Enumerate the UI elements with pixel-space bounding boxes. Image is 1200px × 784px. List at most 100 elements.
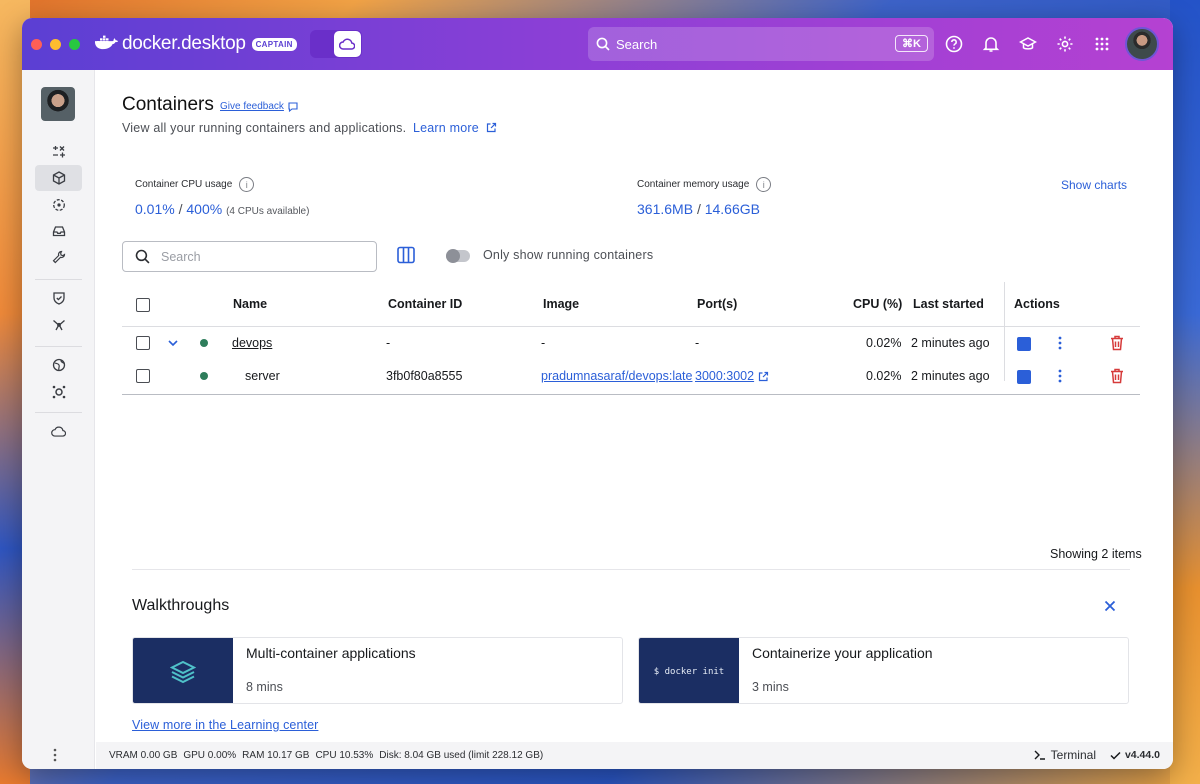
global-search-input[interactable]: Search ⌘K <box>588 27 934 61</box>
main-panel: Containers Give feedback View all your r… <box>96 70 1173 742</box>
containers-search-placeholder: Search <box>161 249 201 264</box>
external-link-icon[interactable] <box>758 371 769 382</box>
sidebar-avatar[interactable] <box>41 87 75 121</box>
cpu-total: 400% <box>186 201 223 217</box>
check-icon <box>1110 751 1121 760</box>
give-feedback-link[interactable]: Give feedback <box>220 101 298 112</box>
close-window-button[interactable] <box>31 38 42 50</box>
row-checkbox-server[interactable] <box>136 369 150 383</box>
kubernetes-icon <box>52 385 65 399</box>
memory-info-icon[interactable]: i <box>756 177 772 192</box>
cpu-info-icon[interactable]: i <box>239 177 255 192</box>
image-cell: - <box>541 336 546 350</box>
search-icon <box>596 37 610 51</box>
container-name-server[interactable]: server <box>245 369 280 383</box>
wrench-icon <box>52 250 65 264</box>
chevron-down-icon[interactable] <box>168 339 178 347</box>
status-bar: VRAM 0.00 GB GPU 0.00% RAM 10.17 GB CPU … <box>96 742 1173 769</box>
table-bottom-divider <box>122 394 1140 395</box>
user-avatar-button[interactable] <box>1125 27 1159 61</box>
page-title: Containers <box>122 94 214 115</box>
memory-used: 361.6MB <box>637 201 694 217</box>
notifications-button[interactable] <box>979 32 1003 56</box>
walkthrough-thumbnail: $ docker init <box>639 638 739 703</box>
walkthrough-card-multi-container[interactable]: Multi-container applications 8 mins <box>132 637 623 704</box>
sidebar-item-containers[interactable] <box>35 165 82 191</box>
account-mode-switch[interactable] <box>309 30 362 58</box>
more-actions-icon[interactable] <box>1058 369 1062 383</box>
walkthrough-duration: 8 mins <box>246 680 283 694</box>
container-id-cell: 3fb0f80a8555 <box>386 369 463 383</box>
sidebar-item-extensions[interactable] <box>35 352 82 378</box>
column-header-name[interactable]: Name <box>233 297 267 311</box>
sidebar-item-scout[interactable] <box>35 285 82 311</box>
dashboard-icon <box>52 146 65 158</box>
cpu-usage-label-text: Container CPU usage <box>135 179 233 190</box>
globe-icon <box>52 358 65 372</box>
settings-button[interactable] <box>1053 32 1077 56</box>
last-started-cell: 2 minutes ago <box>911 369 990 383</box>
running-only-label: Only show running containers <box>483 248 654 262</box>
sidebar-divider <box>35 279 82 280</box>
show-charts-button[interactable]: Show charts <box>1061 178 1127 192</box>
last-started-cell: 2 minutes ago <box>911 336 990 350</box>
select-all-checkbox[interactable] <box>136 298 150 312</box>
sidebar-item-images[interactable] <box>35 192 82 218</box>
version-status[interactable]: v4.44.0 <box>1110 749 1160 761</box>
status-running-dot <box>200 339 208 347</box>
port-link[interactable]: 3000:3002 <box>695 369 754 383</box>
image-link[interactable]: pradumnasaraf/devops:late <box>541 369 693 383</box>
containers-search-input[interactable]: Search <box>122 241 377 272</box>
container-name-devops[interactable]: devops <box>232 336 272 350</box>
sidebar-item-volumes[interactable] <box>35 218 82 244</box>
minimize-window-button[interactable] <box>50 38 61 50</box>
column-header-ports[interactable]: Port(s) <box>697 297 737 311</box>
docker-logo: docker.desktop CAPTAIN <box>94 33 297 55</box>
sidebar-item-kubernetes[interactable] <box>35 379 82 405</box>
column-header-container-id[interactable]: Container ID <box>388 297 462 311</box>
learn-more-link[interactable]: Learn more <box>413 121 497 135</box>
cpu-used: 0.01% <box>135 201 175 217</box>
help-button[interactable] <box>942 32 966 56</box>
sidebar-divider <box>35 412 82 413</box>
zoom-window-button[interactable] <box>69 38 80 50</box>
delete-icon[interactable] <box>1110 335 1124 351</box>
docker-desktop-window: docker.desktop CAPTAIN Search ⌘K Contain… <box>22 18 1173 769</box>
walkthroughs-title: Walkthroughs <box>132 597 230 614</box>
delete-icon[interactable] <box>1110 368 1124 384</box>
more-options-icon[interactable] <box>53 748 57 762</box>
apps-grid-button[interactable] <box>1090 32 1114 56</box>
column-header-last-started[interactable]: Last started <box>913 297 984 311</box>
memory-usage-label: Container memory usage i <box>637 177 772 192</box>
column-header-image[interactable]: Image <box>543 297 579 311</box>
column-header-cpu[interactable]: CPU (%) <box>853 297 902 311</box>
learning-center-link[interactable]: View more in the Learning center <box>132 718 318 732</box>
external-link-icon <box>486 122 496 133</box>
stop-button[interactable] <box>1017 337 1031 351</box>
sidebar <box>22 70 95 769</box>
layers-icon <box>170 660 196 683</box>
cloud-icon <box>51 426 66 437</box>
close-icon[interactable] <box>1104 600 1116 612</box>
running-only-toggle[interactable] <box>446 249 470 263</box>
terminal-button[interactable]: Terminal <box>1034 748 1096 762</box>
cpu-stat: CPU 10.53% <box>315 750 374 761</box>
stop-button[interactable] <box>1017 370 1031 384</box>
sidebar-item-models[interactable] <box>35 312 82 338</box>
walkthrough-duration: 3 mins <box>752 680 789 694</box>
brand-name: docker.desktop <box>122 33 246 54</box>
cpu-note: (4 CPUs available) <box>226 206 310 217</box>
learning-center-button[interactable] <box>1016 32 1040 56</box>
columns-icon[interactable] <box>397 246 415 264</box>
sidebar-divider <box>35 346 82 347</box>
walkthrough-card-containerize[interactable]: $ docker init Containerize your applicat… <box>638 637 1129 704</box>
row-checkbox-devops[interactable] <box>136 336 150 350</box>
status-running-dot <box>200 372 208 380</box>
walkthrough-thumbnail <box>133 638 233 703</box>
more-actions-icon[interactable] <box>1058 336 1062 350</box>
sidebar-item-dashboard[interactable] <box>35 139 82 165</box>
sidebar-item-cloud[interactable] <box>35 418 82 444</box>
cloud-mode-button[interactable] <box>333 31 361 57</box>
section-divider <box>132 569 1130 570</box>
sidebar-item-builds[interactable] <box>35 244 82 270</box>
